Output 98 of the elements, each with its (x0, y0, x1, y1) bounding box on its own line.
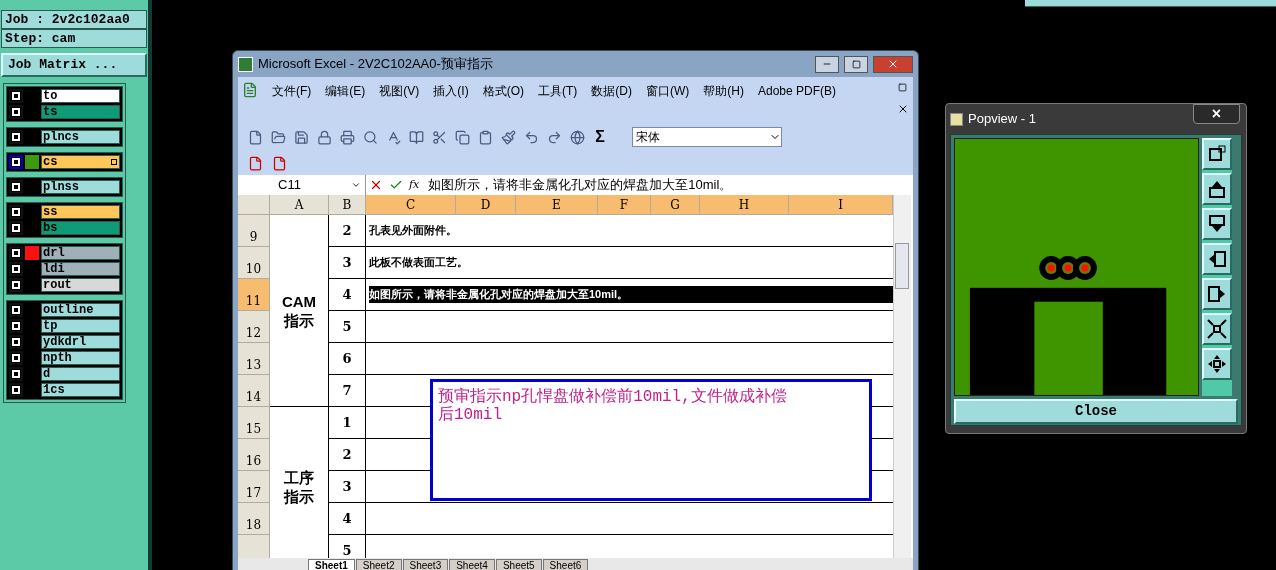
table-cell-text: 此板不做表面工艺。 (369, 255, 469, 271)
table-cell: 5 (329, 311, 366, 343)
pan-right-icon[interactable] (1202, 278, 1232, 310)
pan-left-icon[interactable] (1202, 243, 1232, 275)
close-icon (887, 58, 899, 70)
close-button[interactable]: × (1193, 104, 1240, 124)
row-header[interactable]: 13 (238, 343, 270, 375)
note-text: 预审指示np孔悍盘做补偿前10mil,文件做成补偿后10mil (438, 388, 788, 424)
menu-item[interactable]: 视图(V) (379, 82, 420, 100)
row-header[interactable]: 16 (238, 439, 270, 471)
table-cell: 6 (329, 343, 366, 375)
layer-name[interactable]: ldi (41, 262, 120, 276)
job-matrix-button[interactable]: Job Matrix ... (1, 53, 147, 77)
zoom-window-icon[interactable] (1202, 138, 1232, 170)
menu-item[interactable]: 帮助(H) (703, 82, 744, 100)
menu-item[interactable]: 窗口(W) (646, 82, 690, 100)
table-cell: 2 (329, 215, 366, 247)
close-button[interactable] (873, 55, 913, 73)
workbook-icon (242, 82, 258, 98)
restore-icon[interactable] (898, 83, 907, 92)
close-icon[interactable] (897, 103, 909, 115)
layer-name[interactable]: plnss (41, 180, 120, 194)
table-cell: 4 (329, 279, 366, 311)
table-cell: 2 (329, 439, 366, 471)
layer-name[interactable]: ss (41, 205, 120, 219)
layer-name[interactable]: plncs (41, 130, 120, 144)
formula-field[interactable]: 如图所示，请将非金属化孔对应的焊盘加大至10mil。 (428, 175, 733, 195)
table-cell: 3 (329, 471, 366, 503)
layer-name[interactable]: npth (41, 351, 120, 365)
zoom-in-icon[interactable] (1202, 313, 1232, 345)
table-cell: 3 (329, 247, 366, 279)
column-header[interactable]: E (516, 195, 598, 215)
insert-function-button[interactable]: fx (409, 176, 420, 194)
row-header[interactable]: 17 (238, 471, 270, 503)
column-header[interactable]: B (329, 195, 366, 215)
maximize-icon (851, 59, 861, 69)
layer-name[interactable]: bs (41, 221, 120, 235)
layer-name[interactable]: 1cs (41, 383, 120, 397)
excel-logo-icon (238, 56, 253, 72)
table-cell: 7 (329, 375, 366, 407)
layer-name[interactable]: rout (41, 278, 120, 292)
pan-up-icon[interactable] (1202, 173, 1232, 205)
window-title: Microsoft Excel - 2V2C102AA0-预审指示 (258, 55, 494, 74)
menu-item[interactable]: 插入(I) (433, 82, 469, 100)
maximize-button[interactable] (844, 55, 868, 73)
column-header[interactable]: F (598, 195, 651, 215)
menu-item[interactable]: Adobe PDF(B) (758, 82, 836, 100)
sheet-tab[interactable]: Sheet2 (355, 559, 402, 570)
column-header[interactable]: D (456, 195, 516, 215)
column-header[interactable]: I (789, 195, 893, 215)
column-header[interactable]: C (366, 195, 456, 215)
row-header[interactable]: 15 (238, 407, 270, 439)
sheet-tab[interactable]: Sheet4 (449, 559, 495, 570)
autosum-button[interactable]: Σ (589, 126, 611, 148)
sheet-tab[interactable]: Sheet5 (495, 559, 542, 570)
layer-name[interactable]: d (41, 367, 120, 381)
table-cell: 1 (329, 407, 366, 439)
job-label: Job : 2v2c102aa0 (1, 10, 147, 29)
layer-name[interactable]: outline (41, 303, 120, 317)
table-cell: 如图所示，请将非金属化孔对应的焊盘加大至10mil。 (369, 286, 893, 303)
menu-item[interactable]: 工具(T) (538, 82, 578, 100)
row-header[interactable]: 11 (238, 279, 270, 311)
layer-name[interactable]: ydkdrl (41, 335, 120, 349)
menu-item[interactable]: 格式(O) (482, 82, 524, 100)
row-header[interactable]: 14 (238, 375, 270, 407)
sheet-tab[interactable]: Sheet6 (542, 559, 589, 570)
window-title: Popview - 1 (968, 110, 1036, 129)
layer-name[interactable]: ts (41, 105, 120, 119)
sheet-tab[interactable]: Sheet3 (402, 559, 449, 570)
table-cell: 4 (329, 503, 366, 535)
cancel-icon[interactable] (369, 178, 383, 192)
close-button[interactable]: Close (954, 399, 1238, 424)
pan-down-icon[interactable] (1202, 208, 1232, 240)
expand-icon[interactable] (111, 159, 117, 165)
app-icon (950, 112, 963, 126)
row-header[interactable]: 12 (238, 311, 270, 343)
font-select[interactable]: 宋体 (632, 127, 782, 147)
menu-item[interactable]: 编辑(E) (325, 82, 366, 100)
layer-name[interactable]: tp (41, 319, 120, 333)
column-header[interactable]: A (270, 195, 329, 215)
layer-name[interactable]: to (41, 89, 120, 103)
layer-name[interactable]: drl (41, 246, 120, 260)
minimize-button[interactable] (815, 55, 839, 73)
column-header[interactable]: G (651, 195, 700, 215)
confirm-icon[interactable] (389, 178, 403, 192)
column-header[interactable]: H (700, 195, 789, 215)
vertical-scrollbar[interactable] (893, 195, 911, 558)
row-header[interactable]: 9 (238, 215, 270, 247)
menu-item[interactable]: 数据(D) (591, 82, 632, 100)
zoom-out-icon[interactable] (1202, 348, 1232, 380)
table-cell-text: 孔表见外面附件。 (369, 223, 458, 239)
step-label: Step: cam (1, 29, 147, 48)
row-header[interactable]: 10 (238, 247, 270, 279)
sheet-tab[interactable]: Sheet1 (308, 559, 355, 570)
layer-name[interactable]: cs (41, 155, 120, 169)
menu-item[interactable]: 文件(F) (272, 82, 312, 100)
row-header[interactable]: 18 (238, 503, 270, 535)
scroll-thumb[interactable] (895, 243, 909, 289)
